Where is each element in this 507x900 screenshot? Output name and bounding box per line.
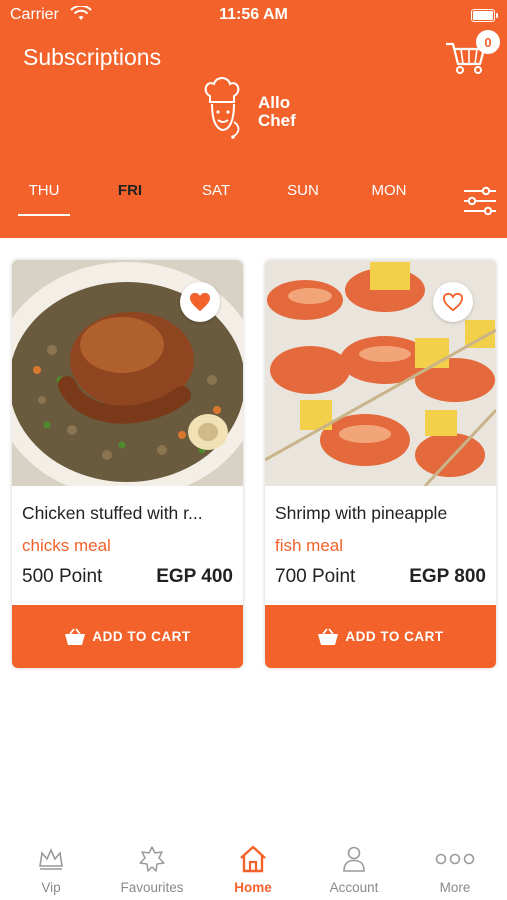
logo-text-chef: Chef: [258, 111, 296, 130]
product-name: Shrimp with pineapple: [275, 503, 448, 523]
crown-icon: [39, 848, 63, 870]
add-to-cart-button[interactable]: ADD TO CART: [12, 605, 243, 668]
tab-day-sat[interactable]: SAT: [186, 182, 246, 199]
cart-count-badge: 0: [476, 30, 500, 54]
tab-account-label: Account: [329, 880, 379, 895]
tab-more[interactable]: More: [410, 844, 500, 895]
product-card[interactable]: Shrimp with pineapple fish meal 700 Poin…: [265, 260, 496, 668]
product-card[interactable]: Chicken stuffed with r... chicks meal 50…: [12, 260, 243, 668]
tab-home[interactable]: Home: [208, 844, 298, 895]
product-name: Chicken stuffed with r...: [22, 503, 203, 523]
tab-account[interactable]: Account: [309, 844, 399, 895]
tab-day-fri[interactable]: FRI: [100, 182, 160, 199]
clock-time: 11:56 AM: [219, 6, 288, 23]
status-bar: Carrier 11:56 AM: [0, 4, 507, 28]
tab-favourites-label: Favourites: [120, 880, 184, 895]
bottom-tab-bar: Vip Favourites Home Account More: [0, 832, 507, 900]
product-points: 700 Point: [275, 566, 356, 587]
tab-home-label: Home: [234, 880, 272, 895]
battery-icon: [471, 9, 498, 22]
tab-day-sun[interactable]: SUN: [273, 182, 333, 199]
page-title: Subscriptions: [23, 44, 162, 70]
day-tabs: THU FRI SAT SUN MON: [0, 182, 507, 222]
heart-outline-icon: [442, 292, 464, 312]
product-category: fish meal: [275, 536, 344, 555]
allo-chef-logo: Allo Chef: [200, 74, 310, 144]
favorite-button[interactable]: [433, 282, 473, 322]
home-icon: [240, 845, 266, 873]
favorite-button[interactable]: [180, 282, 220, 322]
logo-text-allo: Allo: [258, 93, 290, 112]
tab-vip[interactable]: Vip: [6, 844, 96, 895]
more-dots-icon: [435, 853, 475, 865]
person-icon: [343, 846, 365, 872]
tab-day-thu[interactable]: THU: [14, 182, 74, 216]
tab-favourites[interactable]: Favourites: [107, 844, 197, 895]
add-to-cart-label: ADD TO CART: [92, 629, 191, 644]
product-category: chicks meal: [22, 536, 111, 555]
basket-icon: [318, 627, 339, 645]
tab-day-mon[interactable]: MON: [359, 182, 419, 199]
product-price: EGP 400: [156, 566, 233, 587]
heart-filled-icon: [190, 292, 210, 312]
product-points: 500 Point: [22, 566, 103, 587]
star-badge-icon: [139, 846, 165, 872]
tab-more-label: More: [439, 880, 471, 895]
sliders-icon: [464, 186, 496, 216]
add-to-cart-button[interactable]: ADD TO CART: [265, 605, 496, 668]
app-header: Carrier 11:56 AM Subscriptions 0 Allo Ch…: [0, 0, 507, 238]
product-price: EGP 800: [409, 566, 486, 587]
add-to-cart-label: ADD TO CART: [345, 629, 444, 644]
tab-vip-label: Vip: [41, 880, 61, 895]
basket-icon: [65, 627, 86, 645]
filter-button[interactable]: [462, 186, 498, 216]
